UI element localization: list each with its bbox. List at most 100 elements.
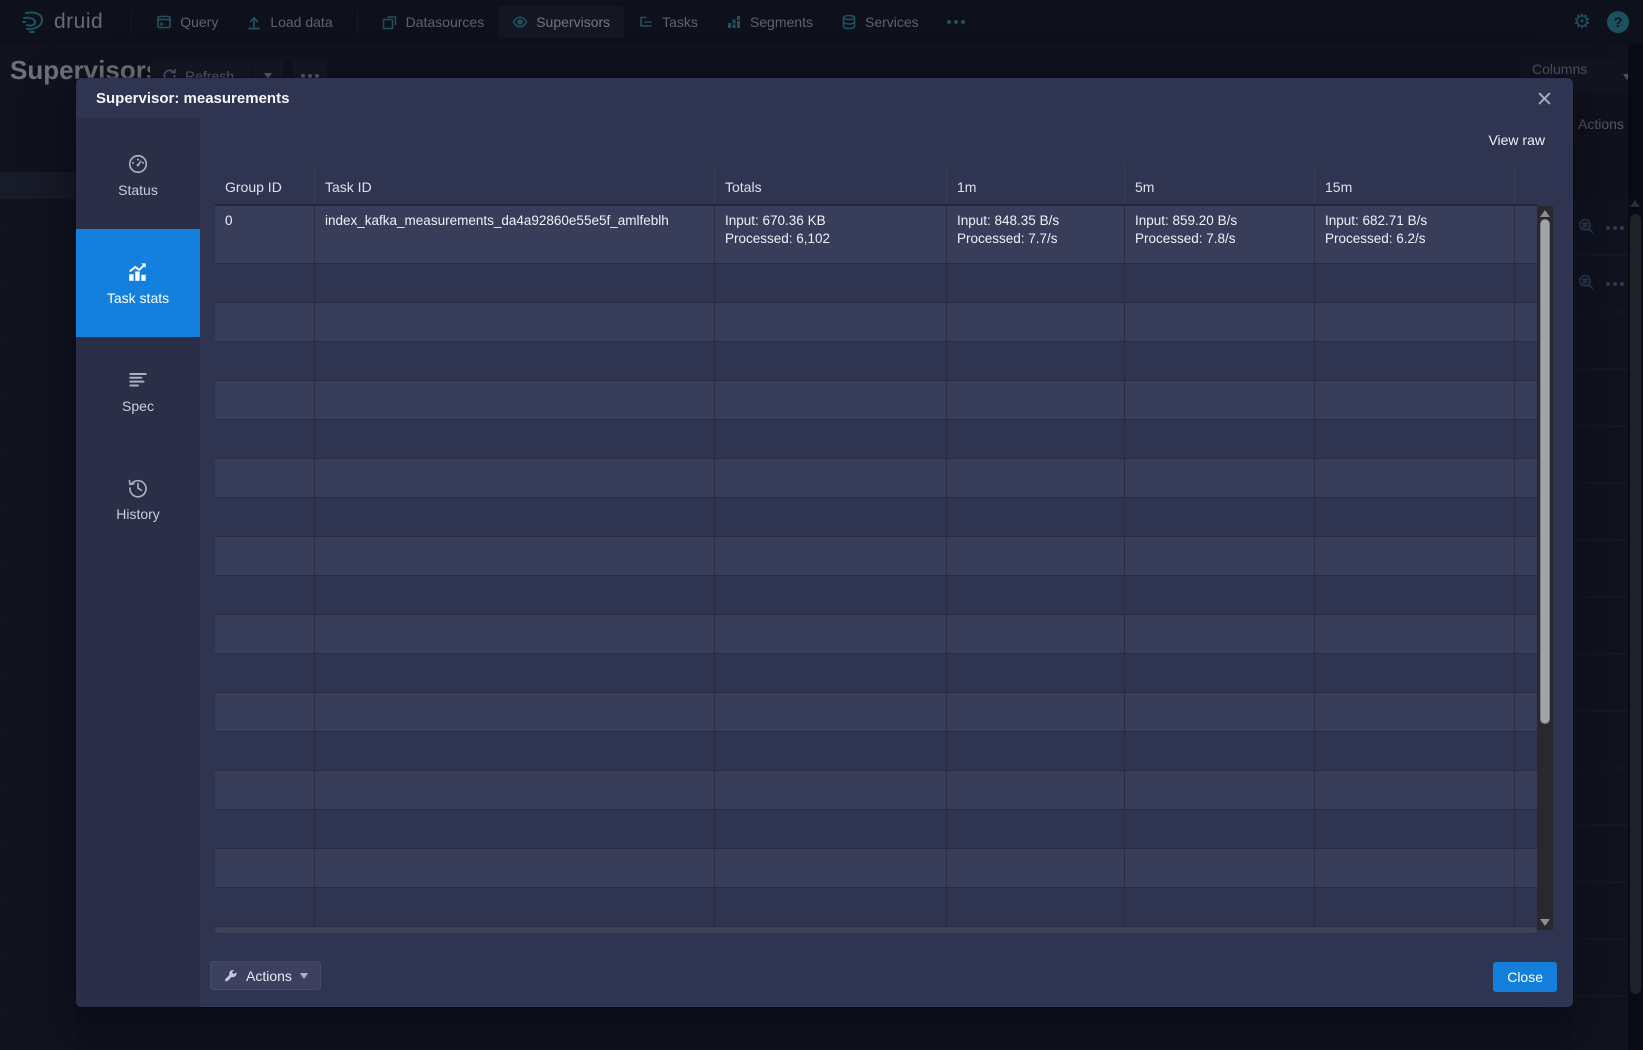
table-row-empty — [215, 732, 1537, 771]
table-cell-empty — [1515, 264, 1537, 302]
dialog-main: View raw Group ID Task ID Totals 1m 5m 1… — [200, 118, 1573, 1007]
table-header-row: Group ID Task ID Totals 1m 5m 15m — [215, 165, 1537, 206]
actions-button-label: Actions — [246, 968, 292, 984]
column-header[interactable]: Totals — [715, 165, 947, 204]
table-cell-empty — [715, 498, 947, 536]
table-cell-empty — [1315, 888, 1515, 926]
column-header[interactable]: 5m — [1125, 165, 1315, 204]
close-icon[interactable] — [1531, 85, 1557, 111]
table-cell-empty — [1125, 342, 1315, 380]
table-row-empty — [215, 849, 1537, 888]
tab-task-stats[interactable]: Task stats — [76, 229, 200, 337]
table-cell-empty — [315, 498, 715, 536]
table-cell-empty — [1515, 732, 1537, 770]
table-cell-empty — [215, 849, 315, 887]
table-row-empty — [215, 498, 1537, 537]
column-header[interactable]: Task ID — [315, 165, 715, 204]
table-cell-empty — [215, 576, 315, 614]
table-cell-empty — [1315, 810, 1515, 848]
column-header[interactable]: 1m — [947, 165, 1125, 204]
table-row-empty — [215, 381, 1537, 420]
table-row[interactable]: 0 index_kafka_measurements_da4a92860e55e… — [215, 206, 1537, 264]
table-cell-empty — [215, 732, 315, 770]
table-cell-empty — [315, 420, 715, 458]
column-header-spacer — [1515, 165, 1537, 204]
gauge-icon — [127, 153, 149, 175]
table-row-empty — [215, 810, 1537, 849]
table-cell-empty — [1125, 732, 1315, 770]
table-cell-empty — [1515, 420, 1537, 458]
scroll-up-icon[interactable] — [1540, 210, 1550, 217]
table-row-empty — [215, 888, 1537, 927]
app-screen: druid Query Load data — [0, 0, 1643, 1050]
table-cell-empty — [215, 264, 315, 302]
table-scrollbar-thumb[interactable] — [1540, 219, 1550, 724]
column-header[interactable]: Group ID — [215, 165, 315, 204]
table-cell-empty — [947, 849, 1125, 887]
table-cell-empty — [1515, 498, 1537, 536]
table-cell-empty — [315, 888, 715, 926]
table-cell-empty — [1125, 498, 1315, 536]
table-cell-empty — [715, 381, 947, 419]
tab-label: Task stats — [107, 290, 169, 306]
table-cell-empty — [1515, 810, 1537, 848]
table-cell-empty — [215, 771, 315, 809]
table-cell-empty — [215, 498, 315, 536]
spec-lines-icon — [127, 369, 149, 391]
horizontal-scrollbar[interactable] — [215, 927, 1537, 933]
chart-stats-icon — [127, 261, 149, 283]
table-cell-empty — [947, 303, 1125, 341]
table-cell-empty — [1315, 303, 1515, 341]
dialog-title: Supervisor: measurements — [96, 90, 289, 107]
dialog-header: Supervisor: measurements — [76, 78, 1573, 118]
table-row-empty — [215, 342, 1537, 381]
table-cell-empty — [947, 498, 1125, 536]
table-cell-empty — [315, 693, 715, 731]
table-cell-empty — [315, 732, 715, 770]
history-icon — [127, 477, 149, 499]
table-cell-empty — [1515, 615, 1537, 653]
table-cell-empty — [1515, 381, 1537, 419]
table-cell-empty — [1125, 693, 1315, 731]
table-row-empty — [215, 459, 1537, 498]
table-row-empty — [215, 420, 1537, 459]
table-cell-empty — [1515, 576, 1537, 614]
table-cell-empty — [947, 576, 1125, 614]
tab-history[interactable]: History — [76, 445, 200, 553]
table-cell-empty — [215, 888, 315, 926]
tab-label: Spec — [122, 398, 154, 414]
table-scrollbar[interactable] — [1537, 206, 1553, 930]
table-row-empty — [215, 693, 1537, 732]
cell-group-id: 0 — [215, 206, 315, 263]
cell-5m: Input: 859.20 B/sProcessed: 7.8/s — [1125, 206, 1315, 263]
tab-status[interactable]: Status — [76, 121, 200, 229]
task-stats-table: Group ID Task ID Totals 1m 5m 15m 0 inde… — [215, 165, 1537, 927]
table-cell-empty — [1125, 849, 1315, 887]
table-cell-empty — [947, 654, 1125, 692]
table-cell-empty — [1125, 459, 1315, 497]
tab-label: Status — [118, 182, 158, 198]
table-cell-empty — [715, 615, 947, 653]
table-cell-empty — [715, 537, 947, 575]
table-cell-empty — [715, 888, 947, 926]
table-cell-empty — [1515, 303, 1537, 341]
table-cell-empty — [947, 264, 1125, 302]
view-raw-link[interactable]: View raw — [1488, 132, 1545, 148]
table-cell-empty — [215, 342, 315, 380]
table-cell-empty — [215, 303, 315, 341]
table-cell-empty — [715, 576, 947, 614]
table-cell-empty — [715, 459, 947, 497]
scroll-down-icon[interactable] — [1540, 919, 1550, 926]
table-body: 0 index_kafka_measurements_da4a92860e55e… — [215, 206, 1537, 927]
tab-spec[interactable]: Spec — [76, 337, 200, 445]
actions-button[interactable]: Actions — [210, 961, 321, 990]
table-cell-empty — [215, 420, 315, 458]
close-button[interactable]: Close — [1493, 962, 1557, 992]
table-cell-empty — [315, 771, 715, 809]
table-cell-empty — [1515, 459, 1537, 497]
column-header[interactable]: 15m — [1315, 165, 1515, 204]
table-cell-empty — [1315, 459, 1515, 497]
table-cell-empty — [715, 771, 947, 809]
table-cell-empty — [1125, 615, 1315, 653]
dialog-side-tabs: Status Task stats — [76, 118, 200, 1007]
